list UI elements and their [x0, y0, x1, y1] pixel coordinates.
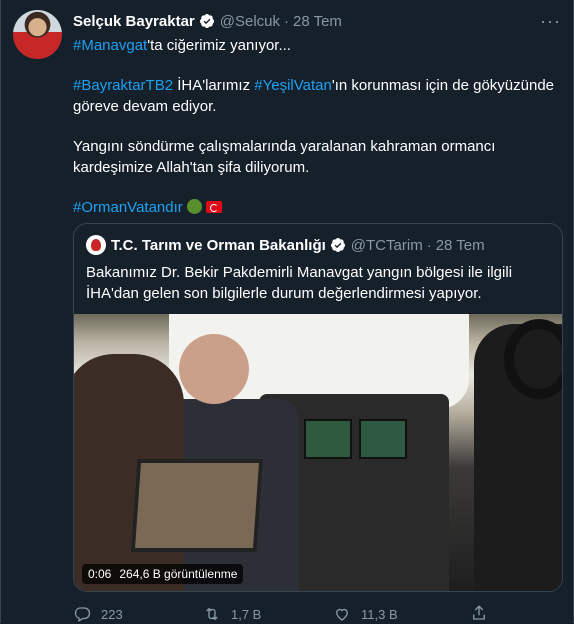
separator-dot: ·	[284, 12, 289, 30]
tweet-date[interactable]: 28 Tem	[293, 13, 342, 30]
quoted-tweet-text: Bakanımız Dr. Bekir Pakdemirli Manavgat …	[86, 264, 513, 302]
tweet-paragraph-1: #Manavgat'ta ciğerimiz yanıyor...	[73, 35, 563, 56]
verified-badge-icon	[199, 14, 214, 28]
author-name[interactable]: Selçuk Bayraktar	[73, 13, 195, 30]
quoted-tweet-header: T.C. Tarım ve Orman Bakanlığı @TCTarim ·…	[86, 235, 485, 255]
author-handle[interactable]: @Selcuk	[220, 13, 280, 30]
pilot-head	[179, 334, 249, 404]
retweet-button[interactable]: 1,7 B	[203, 604, 333, 624]
more-options-icon[interactable]: ···	[540, 11, 561, 32]
retweet-count: 1,7 B	[231, 606, 262, 622]
tweet-paragraph-2: #BayraktarTB2 İHA'larımız #YeşilVatan'ın…	[73, 75, 563, 117]
heart-icon	[336, 608, 348, 621]
green-circle-emoji-icon	[186, 199, 202, 214]
hashtag-link[interactable]: #Manavgat	[73, 37, 147, 54]
quoted-author-avatar	[86, 235, 106, 255]
reply-count: 223	[101, 606, 123, 622]
quoted-tweet[interactable]: T.C. Tarım ve Orman Bakanlığı @TCTarim ·…	[73, 223, 563, 592]
author-avatar[interactable]	[13, 10, 62, 59]
laptop-screen	[130, 459, 264, 552]
retweet-icon	[206, 607, 218, 621]
tweet-paragraph-4: #OrmanVatandır	[73, 197, 563, 218]
paragraph-text: 'ta ciğerimiz yanıyor...	[147, 37, 291, 54]
tweet-actions: 223 1,7 B 11,3 B	[73, 604, 493, 624]
video-views: 264,6 B görüntülenme	[119, 567, 238, 581]
cockpit-display	[304, 419, 352, 459]
separator-dot: ·	[426, 236, 432, 254]
tweet: Selçuk Bayraktar @Selcuk · 28 Tem ··· #M…	[0, 0, 574, 623]
hashtag-link[interactable]: #YeşilVatan	[254, 77, 332, 94]
tweet-text: #Manavgat'ta ciğerimiz yanıyor... #Bayra…	[73, 35, 563, 218]
video-info-badge: 0:06 264,6 B görüntülenme	[82, 564, 244, 584]
turkey-flag-emoji-icon	[205, 201, 222, 213]
like-button[interactable]: 11,3 B	[333, 604, 463, 624]
share-button[interactable]	[470, 604, 574, 622]
reply-button[interactable]: 223	[73, 604, 203, 624]
video-duration: 0:06	[88, 567, 112, 581]
hashtag-link[interactable]: #OrmanVatandır	[73, 199, 183, 216]
cockpit-display	[359, 419, 407, 459]
hashtag-link[interactable]: #BayraktarTB2	[73, 77, 173, 94]
paragraph-text: İHA'larımız	[173, 77, 255, 94]
tweet-paragraph-3: Yangını söndürme çalışmalarında yaralana…	[73, 138, 496, 176]
video-player[interactable]: 0:06 264,6 B görüntülenme	[74, 314, 562, 591]
quoted-author-handle: @TCTarim	[350, 236, 423, 254]
share-icon	[473, 605, 485, 620]
verified-badge-icon	[330, 238, 345, 252]
quoted-author-name: T.C. Tarım ve Orman Bakanlığı	[111, 236, 326, 254]
quoted-tweet-date: 28 Tem	[435, 236, 485, 254]
reply-icon	[74, 607, 91, 622]
like-count: 11,3 B	[361, 606, 398, 622]
tweet-header: Selçuk Bayraktar @Selcuk · 28 Tem	[73, 11, 342, 31]
